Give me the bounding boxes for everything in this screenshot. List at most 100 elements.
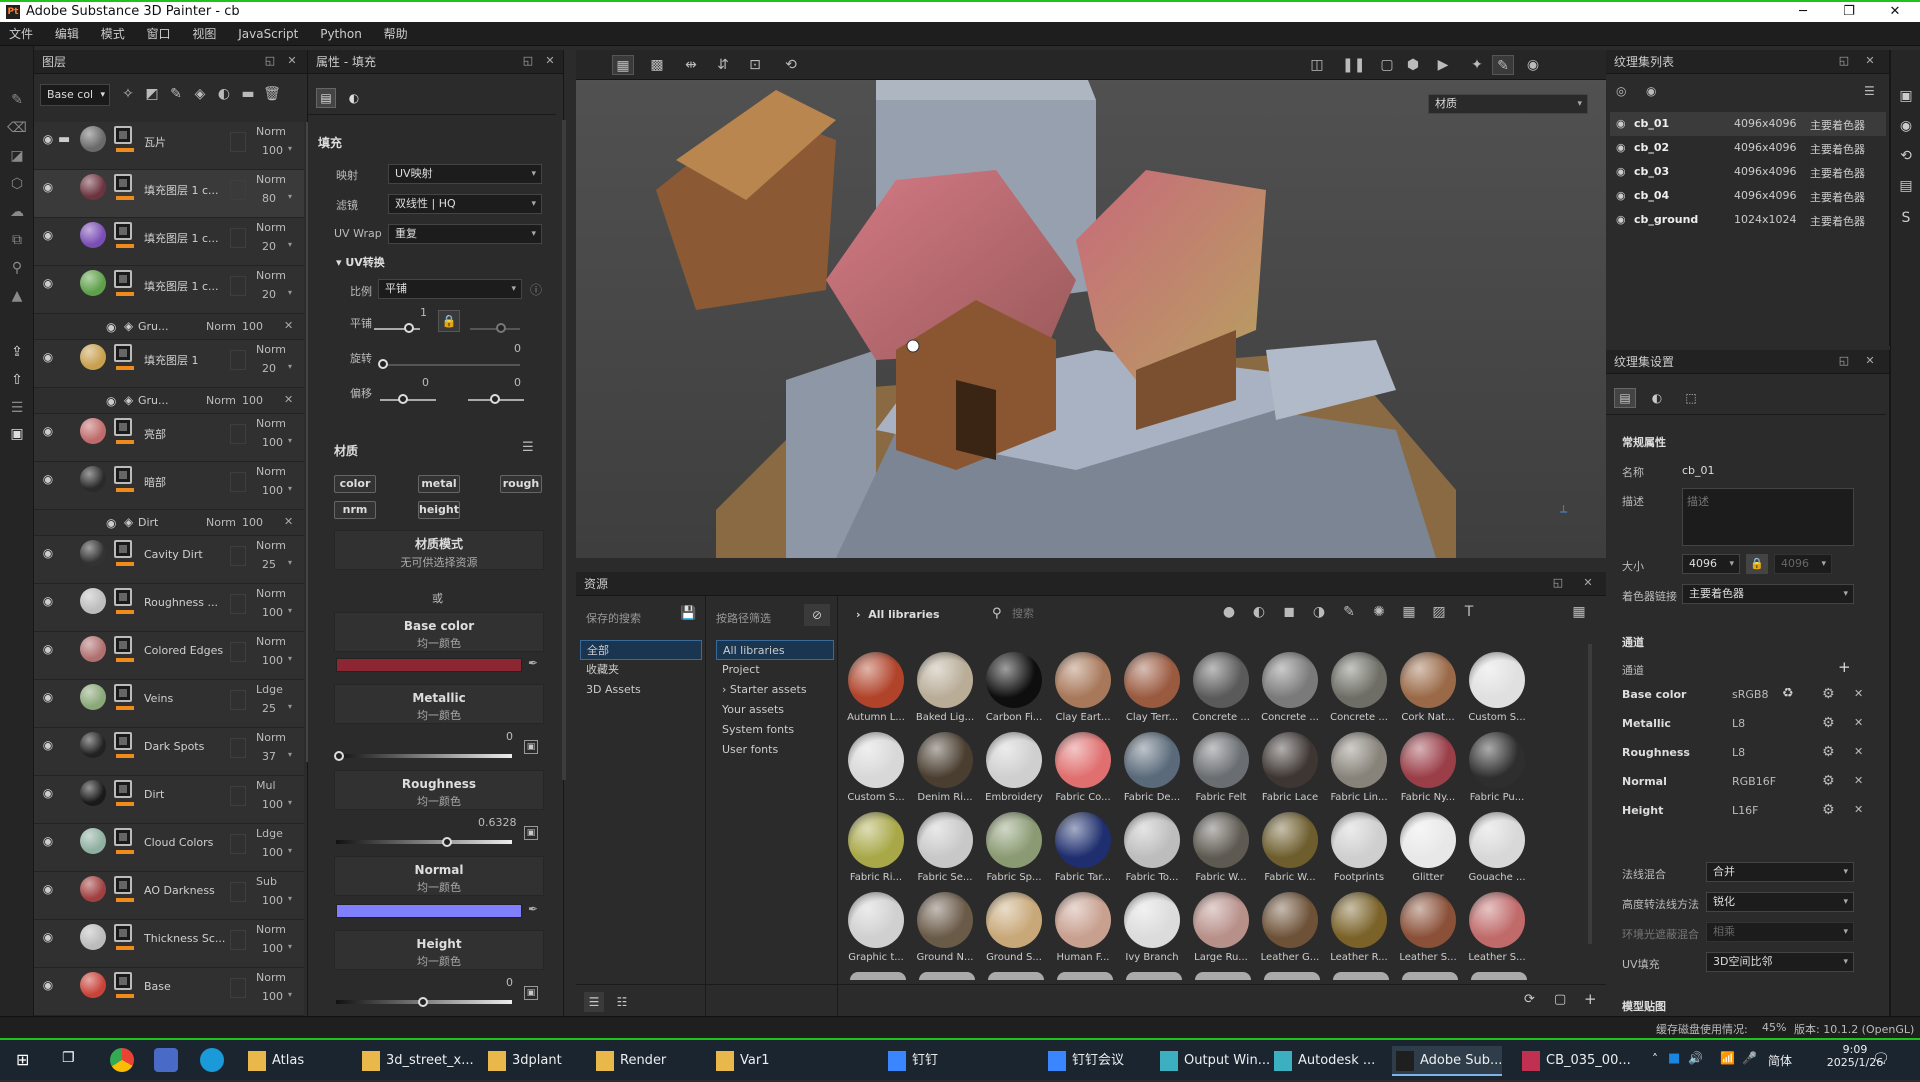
layer-opacity[interactable]: 100 bbox=[262, 894, 283, 907]
material-thumbnail[interactable]: Fabric Ri... bbox=[844, 810, 908, 890]
save-icon[interactable]: 💾 bbox=[680, 606, 696, 621]
start-icon[interactable]: ⊞ bbox=[16, 1050, 36, 1070]
edge-icon[interactable] bbox=[200, 1048, 224, 1072]
refresh-icon[interactable]: ⟳ bbox=[1524, 992, 1535, 1007]
chip-rough[interactable]: rough bbox=[500, 475, 542, 493]
layer-opacity[interactable]: 25 bbox=[262, 558, 276, 571]
layer-name[interactable]: Cloud Colors bbox=[144, 836, 234, 849]
eye-icon[interactable]: ◉ bbox=[40, 882, 56, 896]
layer-name[interactable]: AO Darkness bbox=[144, 884, 234, 897]
layer-blend[interactable]: Norm bbox=[256, 269, 286, 282]
roughness-map-icon[interactable]: ▣ bbox=[524, 826, 538, 840]
height-method-select[interactable]: 锐化 ▾ bbox=[1706, 892, 1854, 912]
layer-opacity[interactable]: 37 bbox=[262, 750, 276, 763]
frame-icon[interactable]: ▢ bbox=[1376, 55, 1398, 75]
material-thumbnail[interactable]: Leather R... bbox=[1327, 890, 1391, 970]
uv-transform-toggle[interactable]: ▾ UV转换 bbox=[336, 254, 385, 270]
channel-row[interactable]: Metallic L8 ⚙ ✕ bbox=[1622, 713, 1872, 737]
material-thumbnail[interactable]: Fabric W... bbox=[1189, 810, 1253, 890]
viewport-mode-select[interactable]: 材质 ▾ bbox=[1428, 94, 1588, 114]
layer-effects-slot[interactable] bbox=[230, 738, 246, 758]
taskbar-item[interactable]: Atlas bbox=[244, 1046, 304, 1076]
filter-smart-materials-icon[interactable]: ◐ bbox=[1248, 602, 1270, 622]
remove-channel-icon[interactable]: ✕ bbox=[1854, 803, 1863, 816]
material-thumbnail[interactable]: Large Ru... bbox=[1189, 890, 1253, 970]
texture-set-row[interactable]: ◉ cb_03 4096x4096 主要着色器 bbox=[1610, 160, 1886, 184]
layer-row[interactable]: ◉ Colored Edges Norm 100 ▾ bbox=[34, 632, 304, 680]
texture-set-name[interactable]: cb_01 bbox=[1634, 117, 1669, 130]
eye-icon[interactable]: ◉ bbox=[40, 228, 56, 242]
layer-blend[interactable]: Mul bbox=[256, 779, 276, 792]
layer-opacity[interactable]: 100 bbox=[262, 654, 283, 667]
layer-opacity[interactable]: 100 bbox=[262, 846, 283, 859]
channel-format[interactable]: RGB16F bbox=[1732, 775, 1776, 788]
material-thumbnail[interactable]: Fabric Ny... bbox=[1396, 730, 1460, 810]
screenshot-icon[interactable]: ◉ bbox=[1522, 55, 1544, 75]
layer-effects-slot[interactable] bbox=[230, 424, 246, 444]
layer-mask[interactable] bbox=[114, 876, 132, 894]
polygon-fill-icon[interactable]: ▲ bbox=[7, 286, 27, 306]
material-thumbnail[interactable]: Embroidery bbox=[982, 730, 1046, 810]
offset-y-knob[interactable] bbox=[490, 394, 500, 404]
texture-set-icon[interactable]: ▣ bbox=[1896, 86, 1916, 106]
panel-close-icon[interactable]: ✕ bbox=[1580, 575, 1596, 591]
layer-mask[interactable] bbox=[114, 344, 132, 362]
speaker-icon[interactable]: 🔊 bbox=[1688, 1051, 1703, 1065]
viewport-single-icon[interactable]: ▦ bbox=[612, 55, 634, 75]
new-window-icon[interactable]: ▢ bbox=[1554, 992, 1566, 1007]
layer-blend[interactable]: Norm bbox=[256, 971, 286, 984]
filter-favorites[interactable]: 收藏夹 bbox=[580, 660, 702, 680]
material-sphere-partial[interactable] bbox=[1333, 972, 1389, 980]
layer-name[interactable]: Thickness Sc... bbox=[144, 932, 234, 945]
remove-icon[interactable]: ✕ bbox=[284, 515, 293, 528]
material-sphere-partial[interactable] bbox=[1402, 972, 1458, 980]
maximize-button[interactable]: ❐ bbox=[1832, 2, 1866, 22]
display-settings-icon[interactable]: ◉ bbox=[1896, 116, 1916, 136]
menu-mode[interactable]: 模式 bbox=[92, 22, 134, 46]
texture-set-name[interactable]: cb_02 bbox=[1634, 141, 1669, 154]
chip-metal[interactable]: metal bbox=[418, 475, 460, 493]
dropdown-icon[interactable]: ▾ bbox=[288, 484, 292, 493]
chip-color[interactable]: color bbox=[334, 475, 376, 493]
material-thumbnail[interactable]: Baked Lig... bbox=[913, 650, 977, 730]
sublayer-opacity[interactable]: 100 bbox=[242, 394, 263, 407]
export-icon[interactable]: ⇧ bbox=[7, 370, 27, 390]
smudge-icon[interactable]: ☁ bbox=[7, 202, 27, 222]
layer-opacity[interactable]: 100 bbox=[262, 144, 283, 157]
layer-name[interactable]: Roughness ... bbox=[144, 596, 234, 609]
lib-user-fonts[interactable]: User fonts bbox=[716, 740, 834, 760]
geometry-mask-icon[interactable]: ⬡ bbox=[7, 174, 27, 194]
panel-close-icon[interactable]: ✕ bbox=[1862, 353, 1878, 369]
menu-window[interactable]: 窗口 bbox=[138, 22, 180, 46]
layer-effects-slot[interactable] bbox=[230, 834, 246, 854]
layer-blend[interactable]: Norm bbox=[256, 465, 286, 478]
material-thumbnail[interactable]: Cork Nat... bbox=[1396, 650, 1460, 730]
layer-effects-slot[interactable] bbox=[230, 930, 246, 950]
3d-viewport[interactable] bbox=[576, 50, 1606, 558]
cube-icon[interactable]: ⬢ bbox=[1402, 55, 1424, 75]
layer-mask[interactable] bbox=[114, 540, 132, 558]
taskbar-item[interactable]: Adobe Sub... bbox=[1392, 1046, 1503, 1076]
menu-javascript[interactable]: JavaScript bbox=[229, 22, 307, 46]
dropdown-icon[interactable]: ▾ bbox=[288, 240, 292, 249]
layer-blend[interactable]: Norm bbox=[256, 635, 286, 648]
list-view-icon[interactable]: ☰ bbox=[584, 992, 604, 1012]
settings-tab-icon[interactable]: ▤ bbox=[1614, 388, 1636, 408]
properties-scrollbar[interactable] bbox=[562, 120, 566, 780]
color-profile-icon[interactable]: ♻ bbox=[1782, 686, 1794, 701]
taskbar-item[interactable]: Output Win... bbox=[1156, 1046, 1270, 1076]
eye-icon[interactable]: ◉ bbox=[40, 690, 56, 704]
float-icon[interactable]: ◱ bbox=[262, 53, 278, 69]
eye-icon[interactable]: ◉ bbox=[40, 834, 56, 848]
video-icon[interactable]: ▶ bbox=[1432, 55, 1454, 75]
layer-effects-slot[interactable] bbox=[230, 546, 246, 566]
layer-blend[interactable]: Norm bbox=[256, 173, 286, 186]
rotate-knob[interactable] bbox=[378, 359, 388, 369]
scale-select[interactable]: 平铺 ▾ bbox=[378, 279, 522, 299]
layer-row[interactable]: ◉ 暗部 Norm 100 ▾ bbox=[34, 462, 304, 510]
material-thumbnail[interactable]: Glitter bbox=[1396, 810, 1460, 890]
layer-row[interactable]: ◉ Cavity Dirt Norm 25 ▾ bbox=[34, 536, 304, 584]
layer-effects-slot[interactable] bbox=[230, 690, 246, 710]
eye-icon[interactable]: ◉ bbox=[40, 930, 56, 944]
layer-row[interactable]: ◉ Roughness ... Norm 100 ▾ bbox=[34, 584, 304, 632]
